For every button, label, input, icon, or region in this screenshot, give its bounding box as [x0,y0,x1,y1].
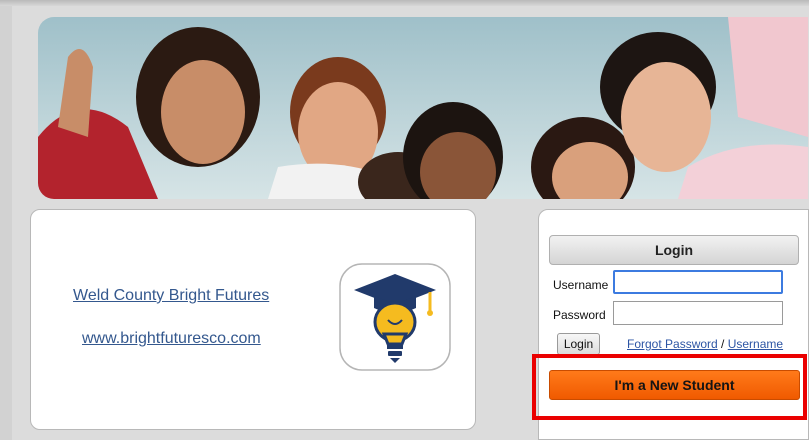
website-link[interactable]: www.brightfuturesco.com [82,330,261,348]
password-label: Password [553,308,606,322]
page-left-margin [0,6,12,440]
forgot-credentials-links: Forgot Password / Username [627,337,783,351]
forgot-username-link[interactable]: Username [728,337,783,351]
program-info-panel: Weld County Bright Futures www.brightfut… [30,209,476,430]
username-field[interactable] [613,270,783,294]
login-button[interactable]: Login [557,333,600,355]
username-label: Username [553,278,609,292]
login-header: Login [549,235,799,265]
hero-banner-image [38,17,808,199]
password-field[interactable] [613,301,783,325]
forgot-password-link[interactable]: Forgot Password [627,337,718,351]
organization-link[interactable]: Weld County Bright Futures [73,287,269,305]
new-student-button[interactable]: I'm a New Student [549,370,800,400]
link-separator: / [717,337,728,351]
lightbulb-graduation-cap-icon [338,260,452,374]
browser-top-bar [0,0,809,6]
login-panel: Login Username Password Login Forgot Pas… [538,209,809,440]
